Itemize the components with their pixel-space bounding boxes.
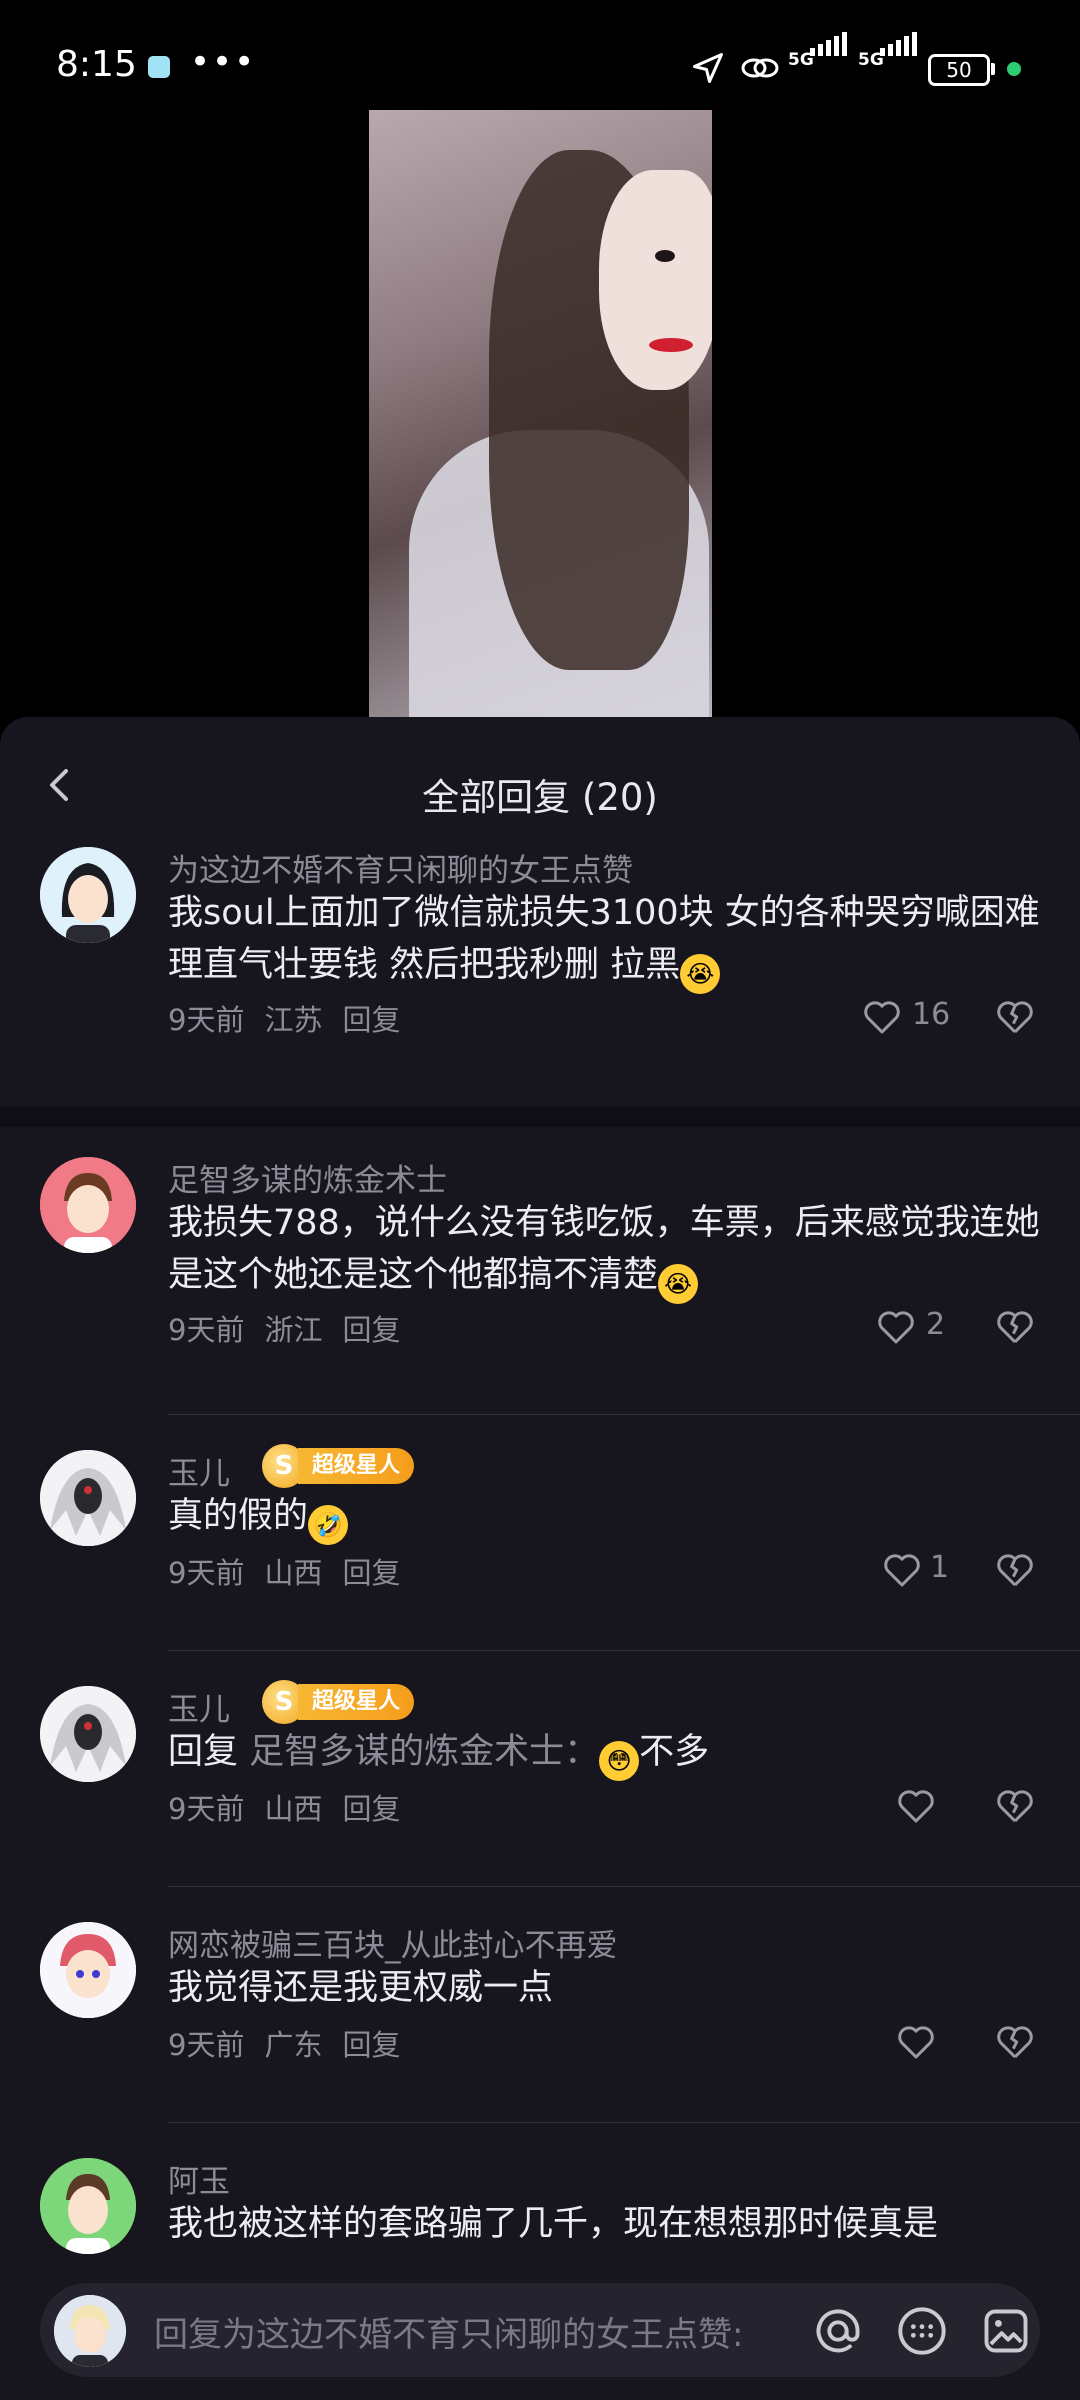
more-notifications-icon: ••• (190, 42, 257, 82)
image-picker-icon[interactable] (980, 2305, 1032, 2357)
dislike-broken-heart-icon[interactable] (995, 1550, 1035, 1590)
reply-prefix: 回复 (168, 1732, 239, 1772)
like-heart-icon[interactable] (896, 1786, 936, 1826)
battery-level: 50 (928, 54, 990, 86)
avatar[interactable] (40, 2158, 136, 2254)
like-count: 16 (912, 997, 951, 1032)
avatar[interactable] (40, 1686, 136, 1782)
reply-button[interactable]: 回复 (342, 1313, 400, 1347)
like-heart-icon[interactable] (862, 997, 902, 1037)
commenter-name[interactable]: 玉儿 (168, 1448, 230, 1493)
super-star-badge: S 超级星人 (262, 1444, 415, 1488)
emoji-keyboard-icon[interactable] (896, 2305, 948, 2357)
comment-text: 我也被这样的套路骗了几千，现在想想那时候真是 (168, 2204, 939, 2244)
comment-meta: 9天前 江苏 回复 (168, 997, 420, 1039)
divider (168, 1886, 1080, 1887)
page-title: 全部回复 (20) (422, 776, 658, 819)
divider (168, 1650, 1080, 1651)
hotspot-link-icon (741, 58, 779, 78)
comment-text: 我soul上面加了微信就损失3100块 女的各种哭穷喊困难 理直气壮要钱 然后把… (168, 887, 1048, 994)
dislike-broken-heart-icon[interactable] (995, 1786, 1035, 1826)
comment-region: 浙江 (264, 1313, 323, 1347)
dislike-broken-heart-icon[interactable] (995, 1307, 1035, 1347)
commenter-name[interactable]: 足智多谋的炼金术士 (168, 1155, 447, 1200)
reply-input-placeholder[interactable]: 回复为这边不婚不育只闲聊的女王点赞: (154, 2307, 824, 2356)
battery-tip (991, 63, 995, 75)
crying-laugh-emoji: 😭 (658, 1264, 699, 1304)
comment-meta: 9天前 广东 回复 (168, 2022, 420, 2064)
status-bar: 8:15 ••• 5G 5G 50 (0, 0, 1080, 110)
my-avatar (54, 2295, 126, 2367)
like-heart-icon[interactable] (882, 1550, 922, 1590)
comment-text: 我损失788，说什么没有钱吃饭，车票，后来感觉我连她是这个她还是这个他都搞不清楚… (168, 1197, 1048, 1304)
reply-button[interactable]: 回复 (342, 2028, 400, 2062)
flushed-emoji: 😳 (599, 1741, 640, 1781)
comment-meta: 9天前 浙江 回复 (168, 1307, 420, 1349)
comment-region: 江苏 (264, 1003, 323, 1037)
reply-button[interactable]: 回复 (342, 1003, 400, 1037)
commenter-name[interactable]: 玉儿 (168, 1684, 230, 1729)
dislike-broken-heart-icon[interactable] (995, 997, 1035, 1037)
avatar[interactable] (40, 847, 136, 943)
commenter-name[interactable]: 阿玉 (168, 2156, 230, 2201)
comment-time: 9天前 (168, 1003, 245, 1037)
comment-text: 我觉得还是我更权威一点 (168, 1968, 554, 2008)
app-notification-icon (148, 56, 170, 78)
avatar[interactable] (40, 1922, 136, 2018)
badge-label: 超级星人 (298, 1684, 415, 1720)
like-heart-icon[interactable] (896, 2022, 936, 2062)
like-heart-icon[interactable] (876, 1307, 916, 1347)
super-star-badge: S 超级星人 (262, 1680, 415, 1724)
crying-laugh-emoji: 😭 (680, 954, 721, 994)
reply-input-bar[interactable]: 回复为这边不婚不育只闲聊的女王点赞: (40, 2283, 1040, 2377)
divider (168, 1414, 1080, 1415)
comment-time: 9天前 (168, 1556, 245, 1590)
badge-label: 超级星人 (298, 1448, 415, 1484)
reply-button[interactable]: 回复 (342, 1792, 400, 1826)
comment-time: 9天前 (168, 1792, 245, 1826)
avatar[interactable] (40, 1157, 136, 1253)
comment-text: 真的假的 🤣 (168, 1490, 1048, 1545)
avatar[interactable] (40, 1450, 136, 1546)
like-count: 2 (926, 1307, 946, 1342)
post-photo[interactable] (369, 110, 712, 717)
comment-time: 9天前 (168, 1313, 245, 1347)
like-count: 1 (930, 1550, 950, 1585)
status-time: 8:15 (56, 44, 137, 85)
reply-target-name[interactable]: 足智多谋的炼金术士： (249, 1732, 599, 1772)
comment-time: 9天前 (168, 2028, 245, 2062)
rofl-emoji: 🤣 (308, 1505, 349, 1545)
commenter-name[interactable]: 为这边不婚不育只闲聊的女王点赞 (168, 845, 633, 890)
section-divider (0, 1107, 1080, 1127)
comment-region: 山西 (264, 1556, 323, 1590)
privacy-indicator-dot (1007, 62, 1021, 76)
dislike-broken-heart-icon[interactable] (995, 2022, 1035, 2062)
mention-at-icon[interactable] (812, 2305, 864, 2357)
reply-button[interactable]: 回复 (342, 1556, 400, 1590)
comment-meta: 9天前 山西 回复 (168, 1786, 420, 1828)
commenter-name[interactable]: 网恋被骗三百块_从此封心不再爱 (168, 1920, 618, 1965)
location-arrow-icon (693, 53, 723, 83)
divider (168, 2122, 1080, 2123)
comment-meta: 9天前 山西 回复 (168, 1550, 420, 1592)
comments-sheet: 全部回复 (20) 为这边不婚不育只闲聊的女王点赞 我soul上面加了微信就损失… (0, 717, 1080, 2400)
comment-region: 广东 (264, 2028, 323, 2062)
comment-text: 回复 足智多谋的炼金术士： 😳 不多 (168, 1726, 1048, 1781)
comment-region: 山西 (264, 1792, 323, 1826)
